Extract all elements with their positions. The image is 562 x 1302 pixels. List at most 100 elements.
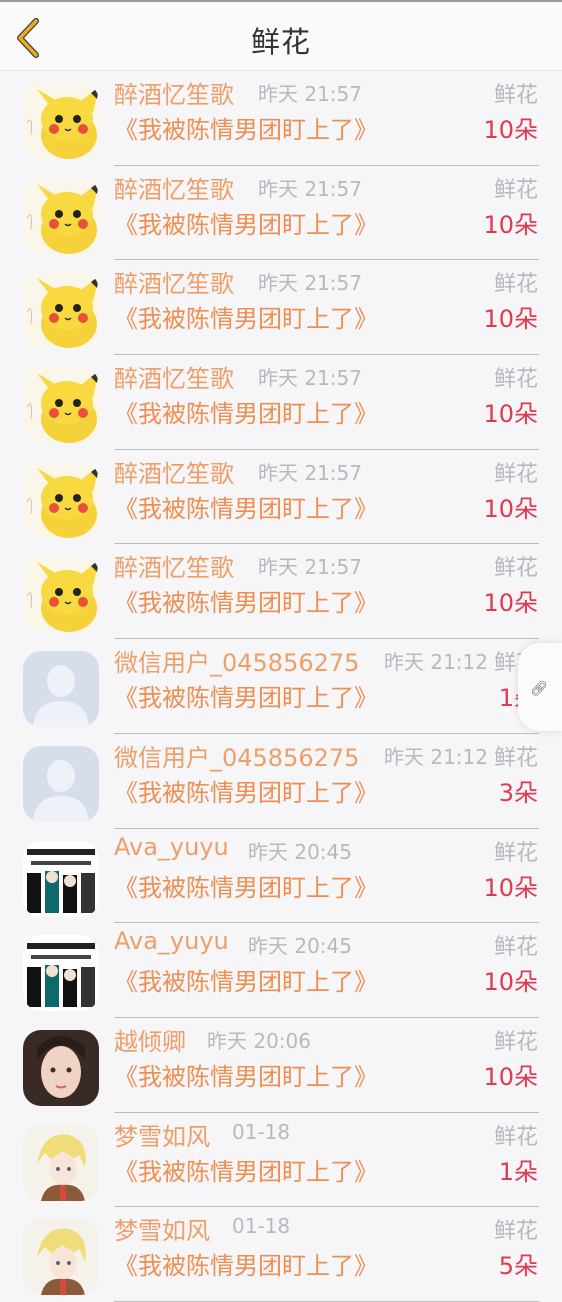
avatar[interactable] <box>23 1219 99 1296</box>
avatar[interactable] <box>23 461 99 538</box>
timestamp: 01-18 <box>232 1119 291 1144</box>
gift-count: 10朵 <box>483 210 538 239</box>
gift-count: 10朵 <box>483 1062 538 1091</box>
sender-name[interactable]: 微信用户_045856275 <box>114 738 359 773</box>
gift-type: 鲜花 <box>493 935 538 961</box>
list-item[interactable]: Ava_yuyu 昨天 20:45 鲜花 《我被陈情男团盯上了》 10朵 <box>0 829 562 924</box>
timestamp: 昨天 21:57 <box>258 176 362 201</box>
pikachu-avatar-image <box>23 461 99 538</box>
avatar[interactable] <box>23 1029 99 1106</box>
list-item[interactable]: 醉酒忆笙歌 昨天 21:57 鲜花 《我被陈情男团盯上了》 10朵 <box>0 166 562 261</box>
gift-count: 10朵 <box>483 400 538 429</box>
sender-name[interactable]: 醉酒忆笙歌 <box>114 264 234 299</box>
book-title[interactable]: 《我被陈情男团盯上了》 <box>114 583 378 618</box>
avatar[interactable] <box>23 367 99 444</box>
list-item[interactable]: 微信用户_045856275 昨天 21:12 鲜花 《我被陈情男团盯上了》 1… <box>0 639 562 734</box>
sender-name[interactable]: 越倾卿 <box>114 1022 186 1057</box>
anime-avatar-image <box>23 1124 99 1201</box>
avatar[interactable] <box>23 935 99 1012</box>
floating-link-button[interactable]: 🔗︎ <box>518 643 562 731</box>
list-item[interactable]: Ava_yuyu 昨天 20:45 鲜花 《我被陈情男团盯上了》 10朵 <box>0 923 562 1018</box>
book-title[interactable]: 《我被陈情男团盯上了》 <box>114 110 378 145</box>
gift-count: 10朵 <box>483 873 538 902</box>
timestamp: 昨天 20:06 <box>207 1028 311 1053</box>
gift-count: 10朵 <box>483 116 538 144</box>
pikachu-avatar-image <box>23 367 99 444</box>
sender-name[interactable]: 醉酒忆笙歌 <box>114 170 234 205</box>
book-title[interactable]: 《我被陈情男团盯上了》 <box>114 1246 378 1281</box>
list-item[interactable]: 梦雪如风 01-18 鲜花 《我被陈情男团盯上了》 5朵 <box>0 1207 562 1302</box>
gift-count: 1朵 <box>498 1157 538 1186</box>
book-title[interactable]: 《我被陈情男团盯上了》 <box>114 205 378 240</box>
sender-name[interactable]: 梦雪如风 <box>114 1211 210 1246</box>
list-item[interactable]: 醉酒忆笙歌 昨天 21:57 鲜花 《我被陈情男团盯上了》 10朵 <box>0 355 562 450</box>
nav-bar: 鲜花 <box>0 2 562 71</box>
sender-name[interactable]: Ava_yuyu <box>114 833 229 861</box>
gift-count: 10朵 <box>483 968 538 997</box>
gift-type: 鲜花 <box>493 556 538 582</box>
sender-name[interactable]: 醉酒忆笙歌 <box>114 548 234 583</box>
meme-avatar-image <box>23 840 99 917</box>
book-title[interactable]: 《我被陈情男团盯上了》 <box>114 394 378 429</box>
avatar[interactable] <box>23 556 99 633</box>
avatar[interactable] <box>23 651 99 728</box>
book-title[interactable]: 《我被陈情男团盯上了》 <box>114 299 378 334</box>
list-item[interactable]: 醉酒忆笙歌 昨天 21:57 鲜花 《我被陈情男团盯上了》 10朵 <box>0 544 562 640</box>
avatar[interactable] <box>23 840 99 917</box>
default-user-avatar-image <box>23 745 99 822</box>
sender-name[interactable]: 醉酒忆笙歌 <box>114 75 234 110</box>
link-icon: 🔗︎ <box>530 681 548 697</box>
anime-avatar-image <box>23 1219 99 1296</box>
list-item[interactable]: 醉酒忆笙歌 昨天 21:57 鲜花 《我被陈情男团盯上了》 10朵 <box>0 71 562 166</box>
gift-type: 鲜花 <box>493 83 538 108</box>
timestamp: 昨天 21:12 <box>384 744 488 769</box>
book-title[interactable]: 《我被陈情男团盯上了》 <box>114 773 378 808</box>
list-item[interactable]: 梦雪如风 01-18 鲜花 《我被陈情男团盯上了》 1朵 <box>0 1113 562 1208</box>
avatar[interactable] <box>23 745 99 822</box>
gift-count: 10朵 <box>483 494 538 523</box>
gift-type: 鲜花 <box>493 367 538 393</box>
sender-name[interactable]: 醉酒忆笙歌 <box>114 454 234 489</box>
gift-type: 鲜花 <box>493 745 538 771</box>
gift-count: 10朵 <box>483 305 538 334</box>
gift-type: 鲜花 <box>493 1219 538 1245</box>
avatar[interactable] <box>23 83 99 159</box>
list-item[interactable]: 越倾卿 昨天 20:06 鲜花 《我被陈情男团盯上了》 10朵 <box>0 1018 562 1113</box>
timestamp: 昨天 21:57 <box>258 460 362 485</box>
timestamp: 昨天 21:57 <box>258 555 362 580</box>
timestamp: 昨天 20:45 <box>248 839 352 864</box>
list-item[interactable]: 微信用户_045856275 昨天 21:12 鲜花 《我被陈情男团盯上了》 3… <box>0 734 562 829</box>
gift-type: 鲜花 <box>493 840 538 866</box>
pikachu-avatar-image <box>23 556 99 633</box>
gift-count: 3朵 <box>498 778 538 807</box>
pikachu-avatar-image <box>23 177 99 254</box>
page-title: 鲜花 <box>250 25 311 59</box>
avatar[interactable] <box>23 177 99 254</box>
gift-count: 10朵 <box>483 589 538 618</box>
sender-name[interactable]: 梦雪如风 <box>114 1117 210 1152</box>
default-user-avatar-image <box>23 651 99 728</box>
pikachu-avatar-image <box>23 272 99 349</box>
timestamp: 昨天 21:57 <box>258 271 362 296</box>
book-title[interactable]: 《我被陈情男团盯上了》 <box>114 489 378 524</box>
book-title[interactable]: 《我被陈情男团盯上了》 <box>114 1057 378 1092</box>
sender-name[interactable]: Ava_yuyu <box>114 927 229 955</box>
avatar[interactable] <box>23 272 99 349</box>
timestamp: 昨天 21:57 <box>258 82 362 106</box>
book-title[interactable]: 《我被陈情男团盯上了》 <box>114 962 378 997</box>
gift-type: 鲜花 <box>493 1124 538 1150</box>
sender-name[interactable]: 醉酒忆笙歌 <box>114 359 234 394</box>
book-title[interactable]: 《我被陈情男团盯上了》 <box>114 1152 378 1187</box>
avatar[interactable] <box>23 1124 99 1201</box>
timestamp: 昨天 21:57 <box>258 366 362 391</box>
meme-avatar-image <box>23 935 99 1012</box>
gift-record-list: 醉酒忆笙歌 昨天 21:57 鲜花 《我被陈情男团盯上了》 10朵 醉酒忆笙歌 … <box>0 71 562 1302</box>
gift-count: 5朵 <box>498 1252 538 1281</box>
book-title[interactable]: 《我被陈情男团盯上了》 <box>114 868 378 903</box>
list-item[interactable]: 醉酒忆笙歌 昨天 21:57 鲜花 《我被陈情男团盯上了》 10朵 <box>0 260 562 356</box>
gift-type: 鲜花 <box>493 461 538 487</box>
girl-avatar-image <box>23 1029 99 1106</box>
list-item[interactable]: 醉酒忆笙歌 昨天 21:57 鲜花 《我被陈情男团盯上了》 10朵 <box>0 450 562 545</box>
book-title[interactable]: 《我被陈情男团盯上了》 <box>114 678 378 713</box>
sender-name[interactable]: 微信用户_045856275 <box>114 643 359 678</box>
